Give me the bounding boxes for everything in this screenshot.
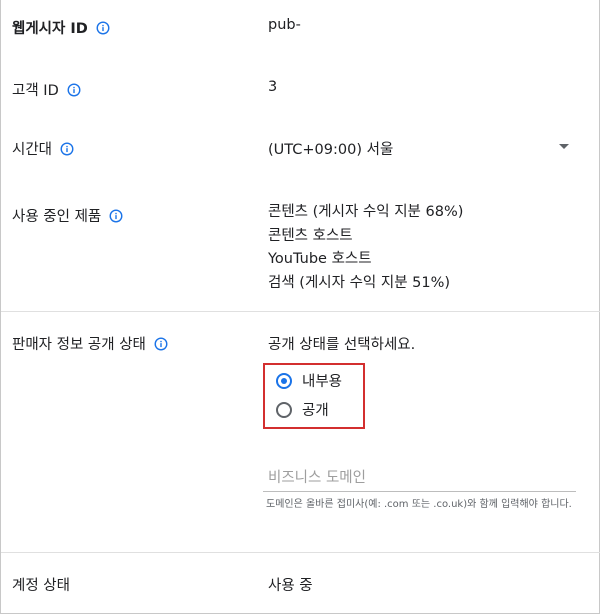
timezone-label-row: 시간대 <box>12 138 74 159</box>
account-status-label: 계정 상태 <box>12 578 70 594</box>
radio-option-public[interactable]: 공개 <box>276 399 329 420</box>
list-item: 검색 (게시자 수익 지분 51%) <box>268 274 451 291</box>
seller-visibility-label: 판매자 정보 공개 상태 <box>12 337 146 353</box>
radio-label: 공개 <box>302 403 329 419</box>
publisher-id-label: 웹게시자 ID <box>12 21 88 37</box>
info-icon[interactable] <box>96 21 110 35</box>
products-label: 사용 중인 제품 <box>12 209 102 225</box>
radio-option-internal[interactable]: 내부용 <box>276 370 342 391</box>
section-divider <box>1 311 600 312</box>
timezone-select[interactable]: (UTC+09:00) 서울 <box>268 138 576 158</box>
domain-hint: 도메인은 올바른 접미사(예: .com 또는 .co.uk)와 함께 입력해야… <box>266 499 572 510</box>
info-icon[interactable] <box>109 209 123 223</box>
info-icon[interactable] <box>60 142 74 156</box>
list-item: 콘텐츠 (게시자 수익 지분 68%) <box>268 204 464 220</box>
seller-visibility-prompt: 공개 상태를 선택하세요. <box>268 337 416 353</box>
timezone-label: 시간대 <box>12 142 53 158</box>
publisher-id-value: pub- <box>268 17 301 33</box>
settings-panel: 웹게시자 ID pub- 고객 ID 3 시간대 (UTC+09:00) 서울 … <box>0 0 600 614</box>
section-divider <box>1 552 600 553</box>
customer-id-value: 3 <box>268 79 278 95</box>
seller-visibility-label-row: 판매자 정보 공개 상태 <box>12 333 168 354</box>
business-domain-input[interactable]: 비즈니스 도메인 <box>268 466 366 487</box>
publisher-id-label-row: 웹게시자 ID <box>12 17 110 38</box>
info-icon[interactable] <box>67 83 81 97</box>
info-icon[interactable] <box>154 337 168 351</box>
radio-label: 내부용 <box>302 374 343 390</box>
input-underline <box>263 491 576 492</box>
list-item: 콘텐츠 호스트 <box>268 227 353 244</box>
products-label-row: 사용 중인 제품 <box>12 205 123 226</box>
radio-checked-icon[interactable] <box>276 372 292 389</box>
radio-unchecked-icon[interactable] <box>276 401 292 418</box>
account-status-value: 사용 중 <box>268 578 313 594</box>
products-list: 콘텐츠 (게시자 수익 지분 68%) 콘텐츠 호스트 YouTube 호스트 … <box>268 201 463 295</box>
chevron-down-icon[interactable] <box>559 144 569 149</box>
customer-id-label: 고객 ID <box>12 83 59 99</box>
timezone-selected-value: (UTC+09:00) 서울 <box>268 142 394 158</box>
list-item: YouTube 호스트 <box>268 251 372 267</box>
customer-id-label-row: 고객 ID <box>12 79 81 100</box>
